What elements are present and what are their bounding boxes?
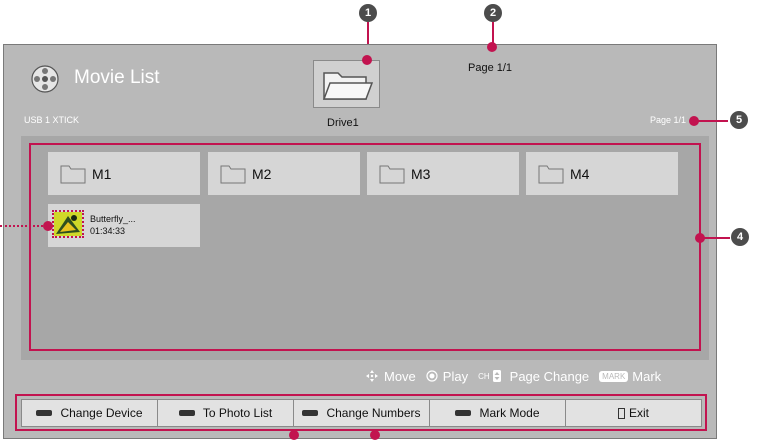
page-indicator-top: Page 1/1 (468, 62, 513, 74)
folder-label: M1 (92, 165, 112, 182)
movie-thumbnail (52, 210, 84, 238)
drive-folder-button[interactable] (313, 60, 380, 108)
exit-label: Exit (628, 406, 649, 420)
to-photo-list-button[interactable]: To Photo List (158, 400, 294, 426)
folder-item-m2[interactable]: M2 (208, 152, 360, 195)
folder-item-m3[interactable]: M3 (367, 152, 519, 195)
hint-play-label: Play (442, 368, 469, 384)
folder-icon (322, 72, 374, 100)
hint-play: Play (426, 369, 468, 384)
thumbnail-callout-dot (43, 221, 53, 231)
callout-1-dot (362, 55, 372, 65)
device-name: USB 1 XTICK (24, 115, 80, 125)
callout-1: 1 (359, 4, 377, 22)
change-numbers-label: Change Numbers (326, 406, 421, 420)
button-bar-dot-left (289, 430, 299, 440)
page-indicator: Page 1/1 (649, 115, 686, 125)
mark-mode-label: Mark Mode (479, 406, 540, 420)
hint-page-change-label: Page Change (509, 368, 590, 384)
button-bar-dot-right (370, 430, 380, 440)
hint-move: Move (365, 369, 416, 384)
movie-item[interactable]: Butterfly_... 01:34:33 (48, 204, 200, 247)
color-key-icon (302, 410, 319, 416)
color-key-icon (455, 410, 472, 416)
callout-4: 4 (731, 228, 749, 246)
color-key-icon (36, 410, 53, 416)
callout-2-line (492, 22, 494, 44)
callout-5: 5 (730, 111, 748, 129)
color-key-icon (178, 410, 195, 416)
callout-5-line (698, 120, 728, 122)
change-device-button[interactable]: Change Device (22, 400, 158, 426)
folder-label: M4 (570, 165, 590, 182)
thumbnail-callout-line (0, 225, 43, 227)
hint-page-change: CH Page Change (478, 369, 589, 384)
ok-button-icon (426, 370, 438, 382)
move-arrows-icon (366, 370, 378, 382)
mark-mode-button[interactable]: Mark Mode (430, 400, 566, 426)
callout-2: 2 (484, 4, 502, 22)
folder-icon (220, 165, 246, 183)
drive-label: Drive1 (327, 117, 359, 129)
mark-key-icon: MARK (599, 370, 629, 382)
exit-icon (617, 407, 625, 419)
change-device-label: Change Device (60, 406, 143, 420)
remote-hints: Move Play CH Page Change MARK Mark (365, 367, 661, 385)
movie-reel-icon (31, 65, 59, 93)
page-title: Movie List (74, 67, 160, 88)
folder-icon (538, 165, 564, 183)
to-photo-list-label: To Photo List (202, 406, 273, 420)
callout-4-line (704, 237, 730, 239)
movie-title: Butterfly_... (90, 214, 136, 224)
change-numbers-button[interactable]: Change Numbers (294, 400, 430, 426)
butterfly-thumbnail-icon (54, 212, 82, 236)
hint-move-label: Move (384, 368, 416, 384)
exit-button[interactable]: Exit (566, 400, 701, 426)
button-bar: Change Device To Photo List Change Numbe… (21, 399, 702, 427)
movie-duration: 01:34:33 (90, 226, 126, 236)
callout-2-dot (487, 42, 497, 52)
folder-icon (60, 165, 86, 183)
folder-label: M3 (411, 165, 431, 182)
folder-label: M2 (252, 165, 272, 182)
hint-mark-label: Mark (632, 368, 662, 384)
channel-updown-icon (492, 370, 501, 382)
folder-icon (379, 165, 405, 183)
hint-mark: MARK Mark (599, 369, 661, 384)
ch-icon: CH (478, 371, 490, 381)
folder-item-m4[interactable]: M4 (526, 152, 678, 195)
folder-item-m1[interactable]: M1 (48, 152, 200, 195)
